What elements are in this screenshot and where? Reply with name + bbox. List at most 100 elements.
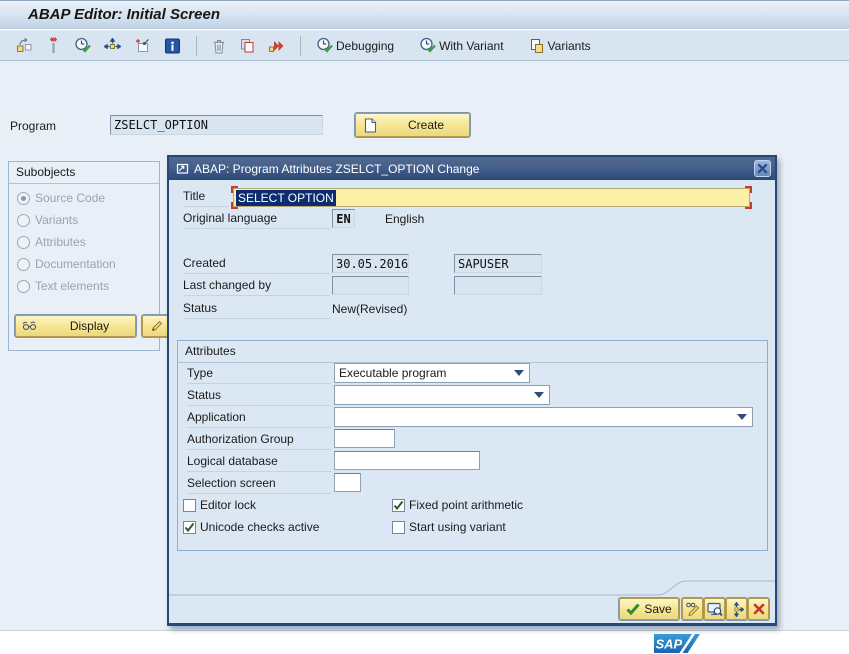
status-label: Status [183, 301, 330, 319]
subobjects-groupbox: Subobjects Source Code Variants Attribut… [8, 161, 172, 351]
other-object-button[interactable] [13, 34, 35, 58]
checkbox-icon [392, 520, 405, 534]
attr-status-label: Status [187, 388, 331, 406]
check-icon [626, 603, 640, 615]
last-changed-user-field[interactable] [454, 276, 542, 295]
toolbar-separator [196, 35, 197, 56]
checkbox-checked-icon [392, 498, 405, 512]
save-button[interactable]: Save [619, 598, 679, 620]
radio-button-icon [17, 235, 30, 249]
title-label: Title [183, 189, 229, 207]
start-using-variant-checkbox[interactable]: Start using variant [392, 520, 506, 534]
radio-source-code[interactable]: Source Code [17, 191, 105, 205]
editor-lock-checkbox[interactable]: Editor lock [183, 498, 256, 512]
unicode-checks-active-checkbox[interactable]: Unicode checks active [183, 520, 319, 534]
dialog-close-button[interactable] [754, 160, 771, 177]
with-variant-label: With Variant [439, 38, 504, 53]
variants-label: Variants [547, 38, 591, 53]
debugging-button[interactable]: Debugging [314, 34, 396, 58]
selection-screen-input[interactable] [334, 473, 361, 492]
other-object-icon [17, 37, 32, 52]
move-arrows-icon [733, 601, 744, 617]
copy-button[interactable] [237, 34, 257, 58]
execute-with-icon [104, 37, 121, 49]
selection-screen-label: Selection screen [187, 476, 331, 494]
display-change-icon [685, 602, 699, 616]
created-date-field[interactable]: 30.05.2016 [332, 254, 409, 273]
delete-button[interactable] [210, 34, 228, 58]
type-label: Type [187, 366, 331, 384]
page-title: ABAP Editor: Initial Screen [28, 6, 220, 23]
title-selected-text: SELECT OPTION [236, 189, 336, 206]
chevron-down-icon [514, 370, 524, 376]
radio-button-icon [17, 213, 30, 227]
execute-program-icon [269, 40, 284, 52]
original-language-label: Original language [183, 211, 330, 229]
checkbox-checked-icon [183, 520, 196, 534]
cancel-x-icon [753, 603, 764, 615]
transport-button[interactable] [726, 598, 747, 620]
original-language-input[interactable]: EN [332, 209, 355, 228]
logical-database-input[interactable] [334, 451, 480, 470]
insert-icon [136, 38, 149, 52]
cancel-button[interactable] [748, 598, 769, 620]
close-icon [757, 163, 768, 174]
last-changed-label: Last changed by [183, 278, 330, 296]
attr-status-dropdown[interactable] [334, 385, 550, 405]
checkbox-icon [183, 498, 196, 512]
radio-variants[interactable]: Variants [17, 213, 78, 227]
debugging-label: Debugging [336, 38, 395, 53]
title-input[interactable]: SELECT OPTION [233, 188, 750, 207]
last-changed-date-field[interactable] [332, 276, 409, 295]
clock-check-icon [317, 37, 333, 53]
clock-check-icon [420, 37, 436, 53]
display-button-label: Display [69, 319, 110, 333]
pencil-icon [151, 320, 163, 332]
application-dropdown[interactable] [334, 407, 753, 427]
dialog-window-icon [176, 163, 189, 174]
program-label: Program [10, 119, 57, 133]
status-strip: SAP [0, 630, 849, 654]
radio-button-icon [17, 191, 30, 205]
create-object-button[interactable] [44, 34, 63, 58]
new-document-icon [364, 117, 377, 133]
execute-button[interactable] [72, 34, 93, 58]
display-change-button[interactable] [682, 598, 703, 620]
info-button[interactable] [162, 34, 183, 58]
radio-button-icon [17, 279, 30, 293]
application-toolbar: Debugging With Variant Variants [0, 31, 849, 61]
created-label: Created [183, 256, 330, 274]
program-input[interactable] [110, 115, 323, 135]
screen-magnifier-icon [706, 602, 723, 616]
create-wand-icon [50, 37, 57, 53]
check-screen-button[interactable] [704, 598, 725, 620]
status-value: New(Revised) [332, 302, 408, 316]
create-button[interactable]: Create [355, 113, 470, 137]
display-button[interactable]: Display [15, 315, 136, 337]
type-dropdown-value: Executable program [339, 366, 447, 380]
execute-with-button[interactable] [102, 34, 123, 58]
title-field-focus-frame: SELECT OPTION [231, 186, 752, 209]
sap-gui-window: ABAP Editor: Initial Screen Debugging Wi… [0, 0, 849, 654]
insert-button[interactable] [132, 34, 153, 58]
chevron-down-icon [534, 392, 544, 398]
variants-button[interactable]: Variants [527, 34, 593, 58]
authorization-group-input[interactable] [334, 429, 395, 448]
radio-attributes[interactable]: Attributes [17, 235, 86, 249]
with-variant-button[interactable]: With Variant [417, 34, 505, 58]
info-icon [165, 38, 180, 53]
created-user-field[interactable]: SAPUSER [454, 254, 542, 273]
svg-text:SAP: SAP [656, 637, 683, 652]
glasses-icon [22, 321, 37, 330]
fixed-point-arithmetic-checkbox[interactable]: Fixed point arithmetic [392, 498, 523, 512]
radio-text-elements[interactable]: Text elements [17, 279, 109, 293]
dialog-titlebar[interactable]: ABAP: Program Attributes ZSELCT_OPTION C… [169, 157, 775, 180]
radio-documentation[interactable]: Documentation [17, 257, 116, 271]
execute-check-icon [75, 37, 91, 53]
dialog-title: ABAP: Program Attributes ZSELCT_OPTION C… [194, 161, 480, 176]
type-dropdown[interactable]: Executable program [334, 363, 530, 383]
execute-program-button[interactable] [266, 34, 287, 58]
attributes-title: Attributes [178, 341, 767, 363]
subobjects-title: Subobjects [9, 162, 159, 184]
chevron-down-icon [737, 414, 747, 420]
